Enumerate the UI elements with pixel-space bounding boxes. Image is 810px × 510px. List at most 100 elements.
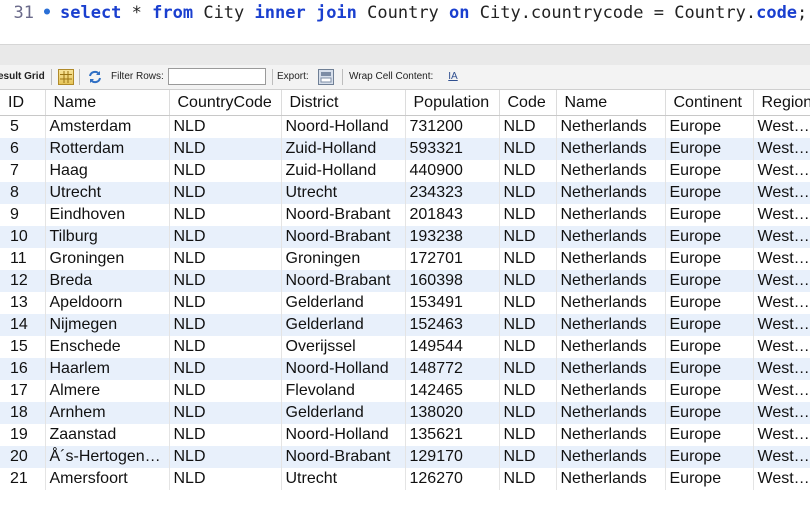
table-cell[interactable]: Western Europe [753,446,810,468]
table-cell[interactable]: 160398 [405,270,500,292]
table-cell[interactable]: NLD [169,160,282,182]
table-cell[interactable]: Overijssel [281,336,406,358]
column-header-population[interactable]: Population [405,90,500,116]
table-cell[interactable]: NLD [499,402,557,424]
table-cell[interactable]: NLD [169,380,282,402]
editor-line[interactable]: 31 • select * from City inner join Country… [0,2,810,24]
table-cell[interactable]: Western Europe [753,270,810,292]
table-cell[interactable]: Western Europe [753,138,810,160]
table-cell[interactable]: Netherlands [556,402,666,424]
table-cell[interactable]: 21 [0,468,46,490]
table-cell[interactable]: NLD [169,248,282,270]
table-cell[interactable]: Europe [665,380,754,402]
table-cell[interactable]: Europe [665,138,754,160]
table-cell[interactable]: NLD [499,380,557,402]
table-cell[interactable]: 8 [0,182,46,204]
table-cell[interactable]: 234323 [405,182,500,204]
table-cell[interactable]: Netherlands [556,468,666,490]
table-cell[interactable]: NLD [499,424,557,446]
table-cell[interactable]: Noord-Brabant [281,270,406,292]
table-cell[interactable]: Western Europe [753,468,810,490]
table-cell[interactable]: Noord-Holland [281,358,406,380]
table-cell[interactable]: NLD [499,270,557,292]
table-cell[interactable]: Europe [665,204,754,226]
export-icon[interactable] [318,69,334,85]
table-row[interactable]: 7 Haag NLD Zuid-Holland 440900 NLD Netherlands… [0,160,810,182]
table-cell[interactable]: Zuid-Holland [281,138,406,160]
table-row[interactable]: 9 Eindhoven NLD Noord-Brabant 201843 NLD Nethe… [0,204,810,226]
table-cell[interactable]: Western Europe [753,248,810,270]
table-cell[interactable]: Å´s-Hertogenbosch [45,446,170,468]
table-cell[interactable]: Europe [665,402,754,424]
table-cell[interactable]: 440900 [405,160,500,182]
table-cell[interactable]: NLD [499,182,557,204]
table-cell[interactable]: 6 [0,138,46,160]
column-header-name[interactable]: Name [45,90,170,116]
table-cell[interactable]: NLD [169,138,282,160]
table-cell[interactable]: Noord-Holland [281,115,406,138]
table-cell[interactable]: Western Europe [753,160,810,182]
table-cell[interactable]: Europe [665,292,754,314]
table-cell[interactable]: NLD [169,314,282,336]
table-row[interactable]: 16 Haarlem NLD Noord-Holland 148772 NLD Nether… [0,358,810,380]
table-cell[interactable]: NLD [499,115,557,138]
table-cell[interactable]: 18 [0,402,46,424]
table-cell[interactable]: Netherlands [556,292,666,314]
table-cell[interactable]: Breda [45,270,170,292]
table-cell[interactable]: NLD [499,226,557,248]
table-cell[interactable]: 201843 [405,204,500,226]
table-cell[interactable]: Europe [665,358,754,380]
table-cell[interactable]: Arnhem [45,402,170,424]
table-cell[interactable]: Europe [665,226,754,248]
table-cell[interactable]: 12 [0,270,46,292]
table-cell[interactable]: 11 [0,248,46,270]
table-cell[interactable]: NLD [499,160,557,182]
table-cell[interactable]: NLD [499,292,557,314]
table-row[interactable]: 15 Enschede NLD Overijssel 149544 NLD Netherla… [0,336,810,358]
table-cell[interactable]: Netherlands [556,182,666,204]
table-cell[interactable]: NLD [499,336,557,358]
column-header-region[interactable]: Region [753,90,810,116]
table-row[interactable]: 11 Groningen NLD Groningen 172701 NLD Netherla… [0,248,810,270]
table-cell[interactable]: Netherlands [556,358,666,380]
table-cell[interactable]: Netherlands [556,336,666,358]
table-cell[interactable]: Nijmegen [45,314,170,336]
table-cell[interactable]: NLD [499,248,557,270]
table-cell[interactable]: Netherlands [556,226,666,248]
table-cell[interactable]: Europe [665,248,754,270]
table-cell[interactable]: 148772 [405,358,500,380]
table-cell[interactable]: Almere [45,380,170,402]
table-cell[interactable]: NLD [169,336,282,358]
table-cell[interactable]: NLD [169,270,282,292]
table-cell[interactable]: Western Europe [753,402,810,424]
result-grid-tab[interactable]: esult Grid [0,65,45,89]
table-cell[interactable]: Netherlands [556,138,666,160]
table-row[interactable]: 5 Amsterdam NLD Noord-Holland 731200 NLD Nethe… [0,115,810,138]
table-cell[interactable]: 172701 [405,248,500,270]
table-cell[interactable]: Western Europe [753,424,810,446]
table-cell[interactable]: 152463 [405,314,500,336]
table-cell[interactable]: Europe [665,270,754,292]
table-cell[interactable]: Western Europe [753,292,810,314]
table-row[interactable]: 6 Rotterdam NLD Zuid-Holland 593321 NLD Nether… [0,138,810,160]
table-cell[interactable]: Flevoland [281,380,406,402]
table-cell[interactable]: 593321 [405,138,500,160]
table-row[interactable]: 10 Tilburg NLD Noord-Brabant 193238 NLD Nether… [0,226,810,248]
table-cell[interactable]: Netherlands [556,380,666,402]
table-cell[interactable]: NLD [169,468,282,490]
table-cell[interactable]: Noord-Holland [281,424,406,446]
table-cell[interactable]: NLD [169,204,282,226]
column-header-code[interactable]: Code [499,90,557,116]
table-cell[interactable]: Noord-Brabant [281,226,406,248]
table-cell[interactable]: NLD [169,115,282,138]
table-cell[interactable]: NLD [169,226,282,248]
grid-icon[interactable] [58,69,74,85]
table-cell[interactable]: Western Europe [753,226,810,248]
column-header-name[interactable]: Name [556,90,666,116]
table-cell[interactable]: 10 [0,226,46,248]
table-cell[interactable]: Netherlands [556,160,666,182]
table-cell[interactable]: Gelderland [281,292,406,314]
table-cell[interactable]: NLD [499,468,557,490]
table-row[interactable]: 12 Breda NLD Noord-Brabant 160398 NLD Netherla… [0,270,810,292]
table-cell[interactable]: 142465 [405,380,500,402]
